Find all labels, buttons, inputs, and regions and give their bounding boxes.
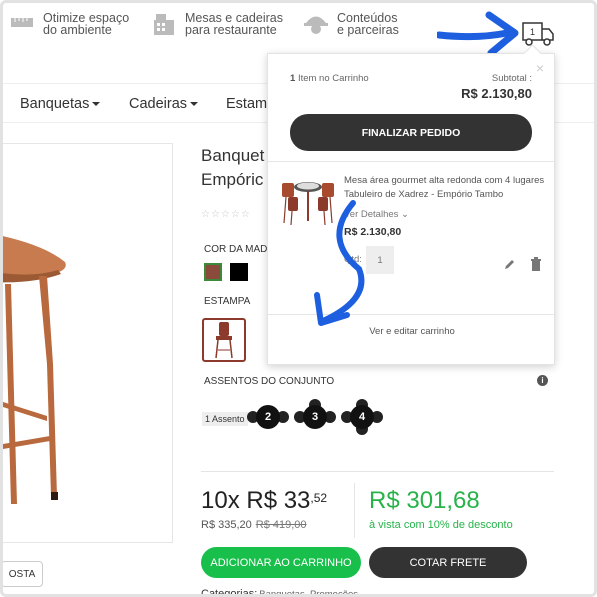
- feature-line2: e parceiras: [337, 23, 399, 37]
- finish-order-button[interactable]: FINALIZAR PEDIDO: [290, 114, 532, 151]
- cart-count-badge: 1: [530, 27, 536, 37]
- fax-building-icon: [151, 11, 177, 37]
- cart-items-count: 1 Item no Carrinho: [290, 73, 369, 84]
- seat-option-3[interactable]: 3: [294, 399, 336, 429]
- worker-helmet-icon: [303, 11, 329, 37]
- nav-item-cadeiras[interactable]: Cadeiras: [129, 96, 199, 112]
- stamp-label: ESTAMPA: [204, 296, 251, 307]
- cash-discount-note: à vista com 10% de desconto: [369, 519, 513, 531]
- feature-line2: do ambiente: [43, 23, 112, 37]
- info-icon[interactable]: i: [537, 375, 548, 386]
- product-title: Banquet Empóric: [201, 144, 271, 192]
- add-to-cart-button[interactable]: ADICIONAR AO CARRINHO: [201, 547, 361, 578]
- seat-option-4[interactable]: 4: [341, 399, 383, 435]
- divider: [354, 483, 355, 538]
- nav-item-banquetas[interactable]: Banquetas: [20, 96, 101, 112]
- close-icon[interactable]: ×: [536, 60, 544, 76]
- nav-item-estampas[interactable]: Estam: [226, 96, 267, 112]
- feature-optimize-space[interactable]: Otimize espaço do ambiente: [9, 11, 129, 37]
- seat-1-label: 1 Assento: [205, 414, 245, 424]
- cart-dropdown: × 1 Item no Carrinho Subtotal : R$ 2.130…: [267, 53, 556, 365]
- items-text: Item no Carrinho: [297, 73, 369, 84]
- installment-cents: ,52: [310, 491, 328, 505]
- nav-label: Estam: [226, 96, 268, 112]
- seat-count: 4: [350, 405, 374, 429]
- truck-cart-icon: [522, 22, 554, 46]
- price-old: R$ 419,00: [255, 519, 307, 531]
- quote-freight-button[interactable]: COTAR FRETE: [369, 547, 527, 578]
- color-swatch-black[interactable]: [230, 263, 248, 281]
- installment-price: 10x R$ 33,52: [201, 487, 327, 515]
- stamp-option[interactable]: [202, 318, 246, 362]
- nav-label: Banquetas: [20, 96, 90, 112]
- installment-main: 10x R$ 33: [201, 487, 311, 514]
- ruler-room-icon: [9, 11, 35, 37]
- price-current: R$ 335,20: [201, 519, 252, 531]
- trash-icon[interactable]: [530, 257, 542, 271]
- feature-line2: para restaurante: [185, 23, 277, 37]
- categories: Categorias: Banquetas, Promoções: [201, 588, 358, 597]
- divider: [268, 314, 556, 315]
- annotation-arrow-icon: [437, 11, 519, 57]
- stool-image: [3, 236, 66, 504]
- product-image[interactable]: [3, 143, 173, 543]
- seat-count: 2: [256, 405, 280, 429]
- seat-option-1[interactable]: 1 Assento: [202, 412, 248, 426]
- annotation-curved-arrow-icon: [314, 200, 365, 326]
- caret-down-icon: [190, 102, 199, 107]
- cash-price: R$ 301,68: [369, 487, 480, 514]
- divider: [201, 471, 554, 472]
- cart-item-name[interactable]: Mesa área gourmet alta redonda com 4 lug…: [344, 174, 548, 202]
- color-label: COR DA MAD: [204, 244, 268, 255]
- seat-count: 3: [303, 405, 327, 429]
- rating-stars[interactable]: ☆☆☆☆☆: [201, 209, 251, 220]
- title-line1: Banquet: [201, 146, 265, 165]
- categories-links[interactable]: Banquetas, Promoções: [259, 589, 358, 594]
- small-action-button[interactable]: OSTA: [3, 561, 43, 587]
- subtotal-label: Subtotal :: [491, 73, 532, 84]
- subtotal-value: R$ 2.130,80: [461, 86, 532, 101]
- color-swatch-wood[interactable]: [204, 263, 222, 281]
- view-edit-cart-link[interactable]: Ver e editar carrinho: [268, 326, 556, 337]
- title-line2: Empóric: [201, 170, 264, 189]
- nav-label: Cadeiras: [129, 96, 188, 112]
- divider: [268, 161, 556, 162]
- seat-option-2[interactable]: 2: [247, 405, 289, 429]
- feature-tables-chairs[interactable]: Mesas e cadeiras para restaurante: [151, 11, 283, 37]
- caret-down-icon: [92, 102, 101, 107]
- items-count: 1: [290, 73, 296, 84]
- price-breakdown: R$ 335,20 R$ 419,00: [201, 519, 307, 531]
- seats-label: ASSENTOS DO CONJUNTO: [204, 376, 335, 387]
- feature-content-partners[interactable]: Conteúdos e parceiras: [303, 11, 399, 37]
- cart-button[interactable]: [522, 21, 554, 47]
- stool-thumb-icon: [215, 322, 233, 359]
- categories-label: Categorias:: [201, 588, 258, 597]
- pencil-edit-icon[interactable]: [504, 258, 516, 270]
- page-frame: Otimize espaço do ambiente Mesas e cadeir…: [0, 0, 597, 597]
